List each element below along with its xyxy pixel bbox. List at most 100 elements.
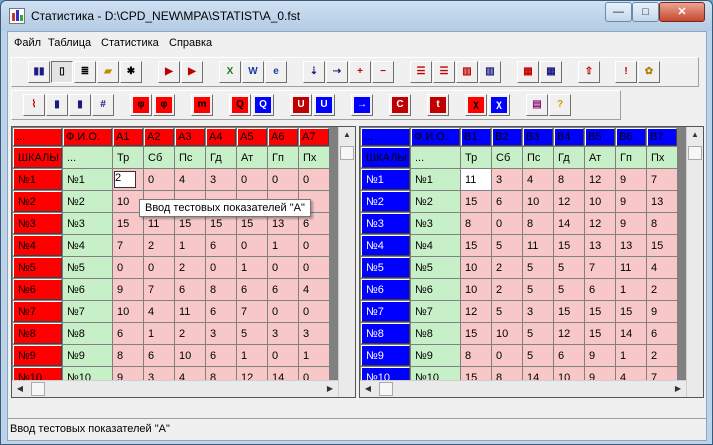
scroll-up-icon[interactable]: ▲ (687, 127, 703, 143)
column-header[interactable]: A3 (175, 128, 205, 146)
value-cell[interactable]: 3 (268, 323, 298, 344)
value-cell[interactable]: 8 (523, 213, 553, 234)
name-cell[interactable]: №1 (63, 169, 112, 190)
scale-header[interactable]: Ат (585, 147, 615, 168)
m-button[interactable]: m (191, 94, 213, 116)
value-cell[interactable]: 5 (523, 257, 553, 278)
value-cell[interactable]: 1 (616, 279, 646, 300)
value-cell[interactable]: 8 (461, 345, 491, 366)
value-cell[interactable]: 3 (299, 323, 329, 344)
value-cell[interactable]: 9 (585, 345, 615, 366)
value-cell[interactable]: 1 (237, 257, 267, 278)
scale-header[interactable]: Гп (268, 147, 298, 168)
scroll-left-icon[interactable]: ◀ (12, 381, 28, 397)
minimize-button[interactable]: — (605, 2, 632, 22)
column-header[interactable]: B7 (647, 128, 677, 146)
value-cell[interactable]: 2 (175, 323, 205, 344)
value-cell[interactable]: 1 (144, 323, 174, 344)
value-cell[interactable]: 2 (492, 279, 522, 300)
value-cell[interactable]: 6 (585, 279, 615, 300)
scroll-thumb[interactable] (688, 146, 702, 160)
value-cell[interactable]: 15 (616, 301, 646, 322)
open-folder-icon[interactable]: ▰ (97, 61, 119, 83)
value-cell[interactable]: 4 (647, 257, 677, 278)
value-cell[interactable]: 1 (175, 235, 205, 256)
value-cell[interactable]: 12 (554, 191, 584, 212)
name-cell[interactable]: №7 (411, 301, 460, 322)
value-cell[interactable]: 10 (113, 301, 143, 322)
name-cell[interactable]: №2 (63, 191, 112, 212)
help-icon[interactable]: ? (549, 94, 571, 116)
scale-header[interactable]: Гп (616, 147, 646, 168)
value-cell[interactable]: 3 (206, 169, 236, 190)
scale-header[interactable]: Пх (299, 147, 329, 168)
tools-icon[interactable]: ✿ (638, 61, 660, 83)
row-header[interactable]: №3 (361, 213, 410, 234)
scroll-right-icon[interactable]: ▶ (322, 381, 338, 397)
value-cell[interactable]: 0 (268, 169, 298, 190)
column-header[interactable]: B5 (585, 128, 615, 146)
value-cell[interactable]: 6 (647, 323, 677, 344)
table-b[interactable]: ... Ф.И.О. B1 B2 B3 B4 B5 B6 B7 ШКАЛЫ... Тр Сб Пс Гд А… (359, 126, 704, 398)
value-cell[interactable]: 15 (554, 301, 584, 322)
maximize-button[interactable]: □ (632, 2, 659, 22)
value-cell[interactable]: 7 (585, 257, 615, 278)
value-cell[interactable]: 5 (237, 323, 267, 344)
value-cell[interactable]: 15 (554, 235, 584, 256)
value-cell[interactable]: 2 (113, 169, 143, 190)
value-cell[interactable]: 10 (175, 345, 205, 366)
name-cell[interactable]: №2 (411, 191, 460, 212)
column-header[interactable]: B6 (616, 128, 646, 146)
stop-icon[interactable]: ! (615, 61, 637, 83)
scale-header[interactable]: Пс (175, 147, 205, 168)
value-cell[interactable]: 2 (144, 235, 174, 256)
close-button[interactable]: ✕ (659, 2, 705, 22)
insert-row-icon[interactable]: ☰ (410, 61, 432, 83)
row-header[interactable]: №4 (13, 235, 62, 256)
cell-editor[interactable]: 2 (114, 171, 136, 188)
value-cell[interactable]: 5 (554, 257, 584, 278)
value-cell[interactable]: 15 (585, 323, 615, 344)
add-row-icon[interactable]: + (349, 61, 371, 83)
value-cell[interactable]: 3 (523, 301, 553, 322)
value-cell[interactable]: 2 (647, 279, 677, 300)
u-blue-button[interactable]: U (313, 94, 335, 116)
delete-col-icon[interactable]: ▥ (479, 61, 501, 83)
name-cell[interactable]: №6 (411, 279, 460, 300)
name-cell[interactable]: №3 (63, 213, 112, 234)
row-header[interactable]: №2 (13, 191, 62, 212)
value-cell[interactable]: 5 (492, 301, 522, 322)
column-header[interactable]: A5 (237, 128, 267, 146)
value-cell[interactable]: 0 (268, 257, 298, 278)
value-cell[interactable]: 11 (523, 235, 553, 256)
name-cell[interactable]: №7 (63, 301, 112, 322)
value-cell[interactable]: 10 (492, 323, 522, 344)
value-cell[interactable]: 3 (492, 169, 522, 190)
value-cell[interactable]: 6 (268, 279, 298, 300)
table-a[interactable]: ... Ф.И.О. A1 A2 A3 A4 A5 A6 A7 ШКАЛЫ... Тр Сб Пс Гд А… (11, 126, 356, 398)
row-header[interactable]: №3 (13, 213, 62, 234)
value-cell[interactable]: 11 (616, 257, 646, 278)
value-cell[interactable]: 13 (647, 191, 677, 212)
value-cell[interactable]: 10 (523, 191, 553, 212)
name-cell[interactable]: №5 (411, 257, 460, 278)
value-cell[interactable]: 0 (268, 301, 298, 322)
name-cell[interactable]: №5 (63, 257, 112, 278)
u-red-button[interactable]: U (290, 94, 312, 116)
table-red-icon[interactable]: ▦ (517, 61, 539, 83)
chart-icon[interactable]: ▮▮ (28, 61, 50, 83)
phi-red-button[interactable]: φ (130, 94, 152, 116)
value-cell[interactable]: 6 (175, 279, 205, 300)
value-cell[interactable]: 9 (616, 191, 646, 212)
name-cell[interactable]: №8 (411, 323, 460, 344)
value-cell[interactable]: 0 (299, 169, 329, 190)
arrow-right-button[interactable]: → (351, 94, 373, 116)
scroll-thumb[interactable] (379, 382, 393, 396)
value-cell[interactable]: 2 (175, 257, 205, 278)
q-blue-button[interactable]: Q (252, 94, 274, 116)
value-cell[interactable]: 10 (585, 191, 615, 212)
scales-label[interactable]: ШКАЛЫ (361, 147, 410, 168)
value-cell[interactable]: 5 (523, 323, 553, 344)
name-cell[interactable]: №4 (63, 235, 112, 256)
value-cell[interactable]: 12 (585, 213, 615, 234)
